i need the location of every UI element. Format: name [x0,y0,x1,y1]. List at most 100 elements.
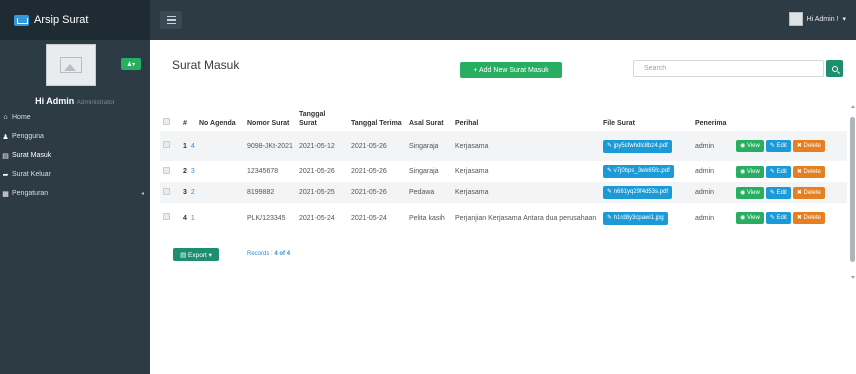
scroll-up-icon[interactable] [851,105,855,108]
view-button[interactable]: ◉ View [736,186,764,199]
view-button[interactable]: ◉ View [736,140,764,152]
user-icon: ♟▾ [126,61,136,68]
table-row: 41 PLK/123345 2021-05-24 2021-05-24 Peli… [160,203,847,233]
tanggal-terima: 2021-05-26 [351,168,387,175]
paperclip-icon: ✎ [607,168,614,174]
profile-box: ♟▾ [0,40,150,90]
agenda-link[interactable]: 2 [191,189,195,196]
file-name: n681yq29f4d53s.pdf [613,189,669,195]
penerima: admin [695,142,715,150]
brand[interactable]: Arsip Surat [0,0,150,40]
row-number: 2 [183,168,187,175]
sidebar-item-label: Surat Keluar [12,171,51,178]
row-checkbox[interactable] [163,187,170,195]
settings-icon: ▦ [2,190,9,198]
col-no[interactable]: # [180,105,196,131]
col-file[interactable]: File Surat [600,105,692,131]
view-button[interactable]: ◉ View [736,165,764,178]
sidebar: ♟▾ Hi Admin Administrator ⌂ Home ♟ Pengg… [0,40,150,374]
profile-username: Hi Admin [35,96,75,106]
delete-button[interactable]: ✖ Delete [792,140,825,152]
col-tgl-surat[interactable]: Tanggal Surat [296,105,348,131]
file-cell: ✎ n681yq29f4d53s.pdf [600,182,692,203]
row-checkbox[interactable] [163,213,170,220]
no-agenda-cell: 14 [180,131,244,161]
navbar: Hi Admin ! ▾ [150,0,856,40]
file-name: h1rd8y3cpawi1.jpg [613,214,664,221]
table-row: 23 12345678 2021-05-26 2021-05-26 Singar… [160,161,847,182]
table-row: 14 9098-JKt-2021 2021-05-12 2021-05-26 S… [160,131,847,161]
tanggal-surat: 2021-05-25 [299,189,335,196]
edit-button[interactable]: ✎ Edit [765,212,791,224]
file-icon: ▤ [180,251,189,259]
edit-button[interactable]: ✎ Edit [765,165,791,178]
records-label: Records : [247,251,273,257]
col-asal[interactable]: Asal Surat [406,105,452,131]
col-perihal[interactable]: Perihal [452,105,600,131]
chevron-left-icon: ◂ [140,191,144,197]
tanggal-terima: 2021-05-26 [351,189,387,196]
tanggal-terima: 2021-05-24 [351,214,387,222]
agenda-link[interactable]: 4 [191,143,195,150]
edit-button[interactable]: ✎ Edit [765,186,791,199]
profile-name: Hi Admin Administrator [0,96,150,106]
sidebar-item-surat-masuk[interactable]: ▤ Surat Masuk [0,146,150,165]
scroll-thumb[interactable] [850,117,855,262]
chevron-down-icon: ▾ [842,16,846,23]
file-download-button[interactable]: ✎ jpy5cfwhdlc8bz4.pdf [603,139,672,153]
app-title: Arsip Surat [34,14,89,26]
paperclip-icon: ✎ [607,189,614,195]
profile-menu-button[interactable]: ♟▾ [121,58,141,70]
paperclip-icon: ✎ [607,142,614,149]
user-menu[interactable]: Hi Admin ! ▾ [788,12,846,26]
penerima: admin [695,214,715,222]
edit-button[interactable]: ✎ Edit [765,140,791,152]
avatar [788,12,803,26]
search-button[interactable] [826,60,843,77]
search-input[interactable] [633,60,824,77]
col-agenda[interactable]: No Agenda [196,105,244,131]
agenda-link[interactable]: 3 [191,168,195,175]
menu-toggle-icon[interactable] [160,11,182,29]
tanggal-surat: 2021-05-26 [299,168,335,175]
col-nomor[interactable]: Nomor Surat [244,105,296,131]
row-number: 3 [183,189,187,196]
col-tgl-terima[interactable]: Tanggal Terima [348,105,406,131]
row-checkbox[interactable] [163,166,170,174]
profile-avatar [46,44,96,86]
delete-button[interactable]: ✖ Delete [792,165,825,178]
top-bar: Arsip Surat Hi Admin ! ▾ [0,0,856,40]
select-all-checkbox[interactable] [163,118,170,125]
records-count: Records : 4 of 4 [247,251,290,257]
nomor-surat: 12345678 [247,168,279,175]
file-cell: ✎ h1rd8y3cpawi1.jpg [600,203,692,233]
row-checkbox[interactable] [163,141,170,148]
add-surat-masuk-button[interactable]: + Add New Surat Masuk [460,62,562,78]
file-download-button[interactable]: ✎ h1rd8y3cpawi1.jpg [603,211,668,225]
col-penerima[interactable]: Penerima [692,105,733,131]
side-menu: ⌂ Home ♟ Pengguna ▤ Surat Masuk ➦ Surat … [0,108,150,203]
users-icon: ♟ [2,133,9,141]
table-scrollbar[interactable] [850,105,855,283]
asal-surat: Singaraja [409,142,439,150]
agenda-link[interactable]: 1 [191,215,195,222]
sidebar-item-home[interactable]: ⌂ Home [0,108,150,127]
delete-button[interactable]: ✖ Delete [792,212,825,224]
export-button[interactable]: ▤ Export ▾ [173,248,219,261]
sidebar-item-label: Home [12,114,31,121]
scroll-down-icon[interactable] [851,276,855,279]
sidebar-item-pengaturan[interactable]: ▦ Pengaturan ◂ [0,184,150,203]
file-download-button[interactable]: ✎ v7j0bps_3wk65fc.pdf [603,165,674,178]
file-download-button[interactable]: ✎ n681yq29f4d53s.pdf [603,186,673,199]
view-button[interactable]: ◉ View [736,212,764,224]
perihal: Kerjasama [455,142,489,150]
nomor-surat: PLK/123345 [247,214,286,222]
image-placeholder-icon [60,57,82,73]
delete-button[interactable]: ✖ Delete [792,186,825,199]
row-select-cell [160,131,180,161]
file-cell: ✎ jpy5cfwhdlc8bz4.pdf [600,131,692,161]
sidebar-item-surat-keluar[interactable]: ➦ Surat Keluar [0,165,150,184]
actions-cell: ◉ View ✎ Edit ✖ Delete [733,182,847,203]
sidebar-item-pengguna[interactable]: ♟ Pengguna [0,127,150,146]
profile-role: Administrator [76,99,115,106]
